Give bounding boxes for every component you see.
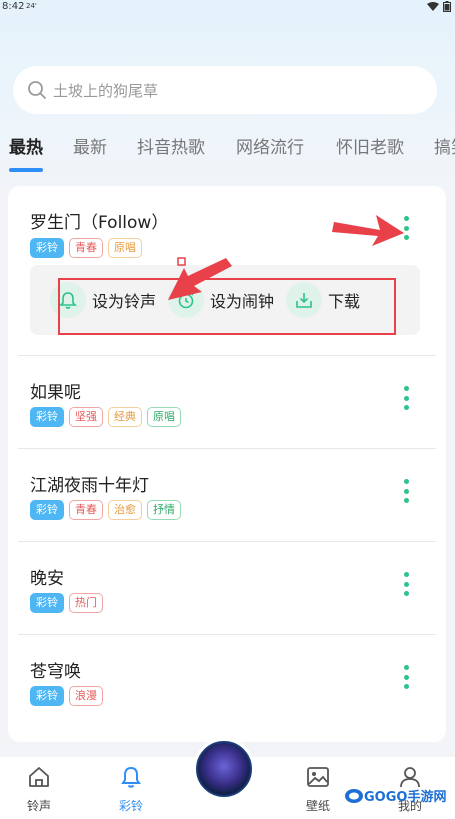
watermark-text: GOGO手游网 [364, 790, 447, 805]
disc-artwork [196, 741, 252, 797]
annotation-arrows [168, 215, 404, 300]
nav-wallpaper[interactable]: 壁纸 [288, 765, 348, 814]
annotation-arrow-more [332, 215, 404, 246]
bell-icon [121, 766, 141, 788]
annotation-marker [177, 257, 186, 266]
image-icon [307, 767, 329, 787]
home-icon [29, 767, 49, 787]
watermark-logo: GOGO手游网 [344, 786, 446, 805]
watermark-icon [345, 788, 363, 803]
nav-ringtone[interactable]: 铃声 [9, 765, 69, 814]
nav-ringtone-label: 铃声 [26, 799, 51, 813]
nav-caiing[interactable]: 彩铃 [101, 765, 161, 814]
center-play-disc[interactable] [193, 738, 255, 800]
nav-wallpaper-label: 壁纸 [305, 799, 330, 813]
nav-caiing-label: 彩铃 [118, 799, 143, 813]
